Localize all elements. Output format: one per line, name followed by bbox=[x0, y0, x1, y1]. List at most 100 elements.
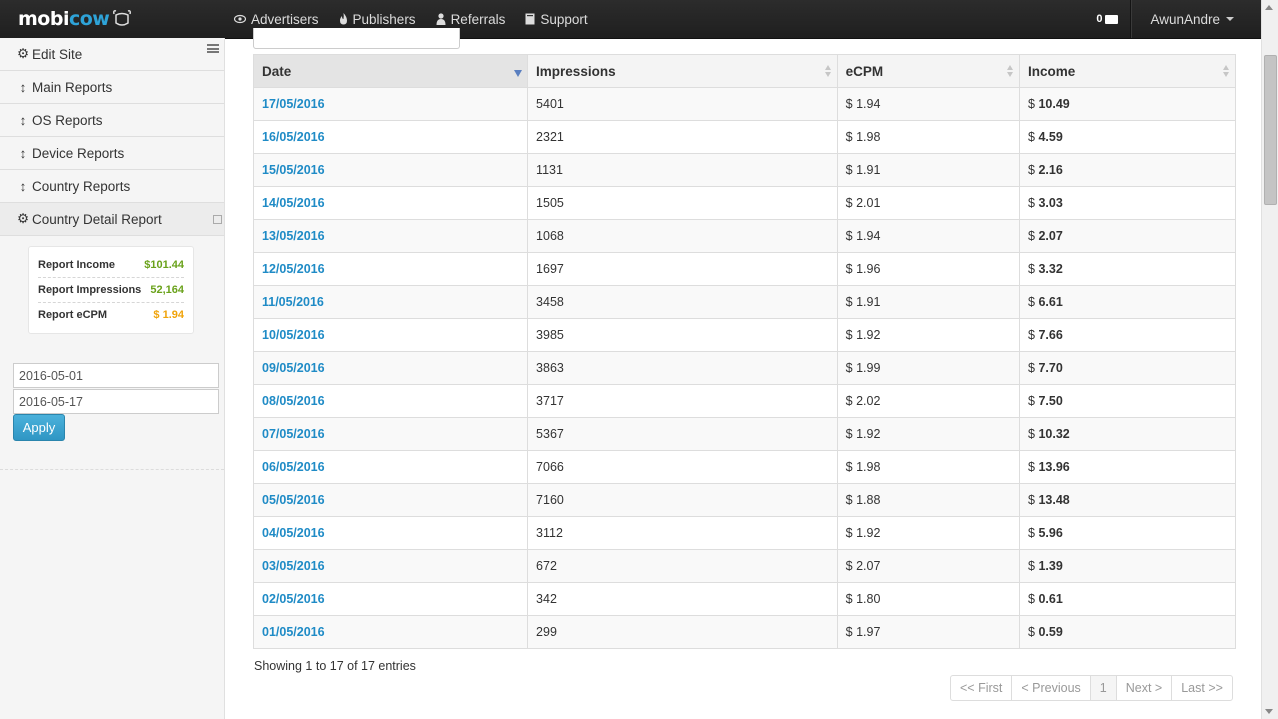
cell-ecpm: $ 1.96 bbox=[837, 252, 1021, 286]
date-link[interactable]: 17/05/2016 bbox=[262, 97, 325, 111]
table-row: 12/05/2016 1697 $ 1.96 $ 3.32 bbox=[254, 252, 1235, 286]
cell-ecpm: $ 2.07 bbox=[837, 549, 1021, 583]
updown-arrow-icon: ↕ bbox=[19, 145, 27, 161]
cell-date: 04/05/2016 bbox=[254, 516, 529, 550]
cell-income: $ 0.59 bbox=[1019, 615, 1235, 648]
column-header-ecpm[interactable]: eCPM bbox=[837, 55, 1021, 88]
date-link[interactable]: 07/05/2016 bbox=[262, 427, 325, 441]
cell-date: 11/05/2016 bbox=[254, 285, 529, 319]
table-row: 04/05/2016 3112 $ 1.92 $ 5.96 bbox=[254, 516, 1235, 550]
cell-ecpm: $ 1.91 bbox=[837, 153, 1021, 187]
cell-date: 14/05/2016 bbox=[254, 186, 529, 220]
date-link[interactable]: 11/05/2016 bbox=[262, 295, 324, 309]
caret-down-icon bbox=[1226, 17, 1234, 21]
sidebar-item-edit-site[interactable]: ⚙ Edit Site bbox=[0, 38, 224, 71]
cell-income: $ 3.03 bbox=[1019, 186, 1235, 220]
cell-income: $ 5.96 bbox=[1019, 516, 1235, 550]
nav-advertisers[interactable]: Advertisers bbox=[234, 12, 319, 27]
date-link[interactable]: 12/05/2016 bbox=[262, 262, 325, 276]
date-link[interactable]: 08/05/2016 bbox=[262, 394, 325, 408]
gear-icon: ⚙ bbox=[16, 46, 30, 61]
cell-ecpm: $ 1.92 bbox=[837, 516, 1021, 550]
apply-button[interactable]: Apply bbox=[13, 414, 65, 441]
nav-support[interactable]: Support bbox=[525, 12, 588, 27]
sidebar-item-os-reports[interactable]: ↕ OS Reports bbox=[0, 104, 224, 137]
scroll-up-icon[interactable] bbox=[1265, 5, 1273, 10]
user-menu[interactable]: AwunAndre bbox=[1132, 12, 1262, 27]
date-link[interactable]: 01/05/2016 bbox=[262, 625, 325, 639]
pager-previous[interactable]: < Previous bbox=[1012, 676, 1091, 700]
cell-date: 12/05/2016 bbox=[254, 252, 529, 286]
cell-impressions: 2321 bbox=[527, 120, 838, 154]
date-link[interactable]: 02/05/2016 bbox=[262, 592, 325, 606]
cell-ecpm: $ 1.99 bbox=[837, 351, 1021, 385]
date-link[interactable]: 15/05/2016 bbox=[262, 163, 325, 177]
sidebar-item-device-reports[interactable]: ↕ Device Reports bbox=[0, 137, 224, 170]
messages-button[interactable]: 0 bbox=[1096, 13, 1119, 25]
table-row: 03/05/2016 672 $ 2.07 $ 1.39 bbox=[254, 549, 1235, 583]
table-row: 15/05/2016 1131 $ 1.91 $ 2.16 bbox=[254, 153, 1235, 187]
brand-logo[interactable]: mobicow bbox=[18, 6, 133, 32]
user-icon bbox=[436, 13, 446, 25]
cell-date: 07/05/2016 bbox=[254, 417, 529, 451]
top-navbar: mobicow Advertisers Publishers Referrals… bbox=[0, 0, 1262, 39]
date-link[interactable]: 09/05/2016 bbox=[262, 361, 325, 375]
updown-arrow-icon: ↕ bbox=[19, 178, 27, 194]
search-input[interactable] bbox=[253, 28, 460, 49]
pagination: << First < Previous 1 Next > Last >> bbox=[950, 675, 1233, 701]
external-link-icon bbox=[213, 215, 222, 224]
cell-income: $ 1.39 bbox=[1019, 549, 1235, 583]
cell-impressions: 1697 bbox=[527, 252, 838, 286]
cell-income: $ 3.32 bbox=[1019, 252, 1235, 286]
sidebar-item-country-detail-report[interactable]: ⚙ Country Detail Report bbox=[0, 203, 224, 236]
column-header-income[interactable]: Income bbox=[1019, 55, 1235, 88]
date-link[interactable]: 13/05/2016 bbox=[262, 229, 325, 243]
stat-report-ecpm: Report eCPM $ 1.94 bbox=[38, 309, 184, 321]
pager-next[interactable]: Next > bbox=[1117, 676, 1173, 700]
sort-desc-icon bbox=[514, 70, 523, 77]
cell-income: $ 10.49 bbox=[1019, 87, 1235, 121]
table-row: 07/05/2016 5367 $ 1.92 $ 10.32 bbox=[254, 417, 1235, 451]
date-link[interactable]: 06/05/2016 bbox=[262, 460, 325, 474]
nav-referrals[interactable]: Referrals bbox=[436, 12, 505, 27]
date-to-input[interactable] bbox=[13, 389, 219, 414]
vertical-scrollbar[interactable] bbox=[1261, 0, 1278, 719]
cell-ecpm: $ 1.91 bbox=[837, 285, 1021, 319]
sidebar-item-country-reports[interactable]: ↕ Country Reports bbox=[0, 170, 224, 203]
date-link[interactable]: 04/05/2016 bbox=[262, 526, 325, 540]
scrollbar-thumb[interactable] bbox=[1264, 55, 1277, 205]
date-link[interactable]: 05/05/2016 bbox=[262, 493, 325, 507]
pager-last[interactable]: Last >> bbox=[1172, 676, 1232, 700]
sidebar-item-main-reports[interactable]: ↕ Main Reports bbox=[0, 71, 224, 104]
date-link[interactable]: 03/05/2016 bbox=[262, 559, 325, 573]
cell-ecpm: $ 1.94 bbox=[837, 219, 1021, 253]
date-from-input[interactable] bbox=[13, 363, 219, 388]
report-table: Date Impressions eCPM Income 17/05/2016 5… bbox=[253, 54, 1236, 649]
cell-impressions: 5367 bbox=[527, 417, 838, 451]
cell-ecpm: $ 1.98 bbox=[837, 450, 1021, 484]
scroll-down-icon[interactable] bbox=[1265, 709, 1273, 714]
cell-income: $ 6.61 bbox=[1019, 285, 1235, 319]
cell-date: 16/05/2016 bbox=[254, 120, 529, 154]
table-row: 01/05/2016 299 $ 1.97 $ 0.59 bbox=[254, 615, 1235, 648]
date-link[interactable]: 10/05/2016 bbox=[262, 328, 325, 342]
cell-ecpm: $ 1.94 bbox=[837, 87, 1021, 121]
table-row: 17/05/2016 5401 $ 1.94 $ 10.49 bbox=[254, 87, 1235, 121]
nav-right: 0 AwunAndre bbox=[1096, 0, 1262, 38]
date-link[interactable]: 14/05/2016 bbox=[262, 196, 325, 210]
cell-impressions: 1068 bbox=[527, 219, 838, 253]
pager-page-1[interactable]: 1 bbox=[1090, 676, 1117, 700]
table-row: 06/05/2016 7066 $ 1.98 $ 13.96 bbox=[254, 450, 1235, 484]
stat-value: $ 1.94 bbox=[153, 309, 184, 321]
date-link[interactable]: 16/05/2016 bbox=[262, 130, 325, 144]
cell-date: 10/05/2016 bbox=[254, 318, 529, 352]
report-stats: Report Income $101.44 Report Impressions… bbox=[28, 246, 194, 334]
gear-icon: ⚙ bbox=[16, 211, 30, 226]
column-header-date[interactable]: Date bbox=[254, 55, 529, 88]
nav-publishers[interactable]: Publishers bbox=[339, 12, 416, 27]
table-info: Showing 1 to 17 of 17 entries bbox=[254, 659, 416, 673]
cell-ecpm: $ 1.88 bbox=[837, 483, 1021, 517]
pager-first[interactable]: << First bbox=[951, 676, 1013, 700]
cell-impressions: 7066 bbox=[527, 450, 838, 484]
column-header-impressions[interactable]: Impressions bbox=[527, 55, 838, 88]
